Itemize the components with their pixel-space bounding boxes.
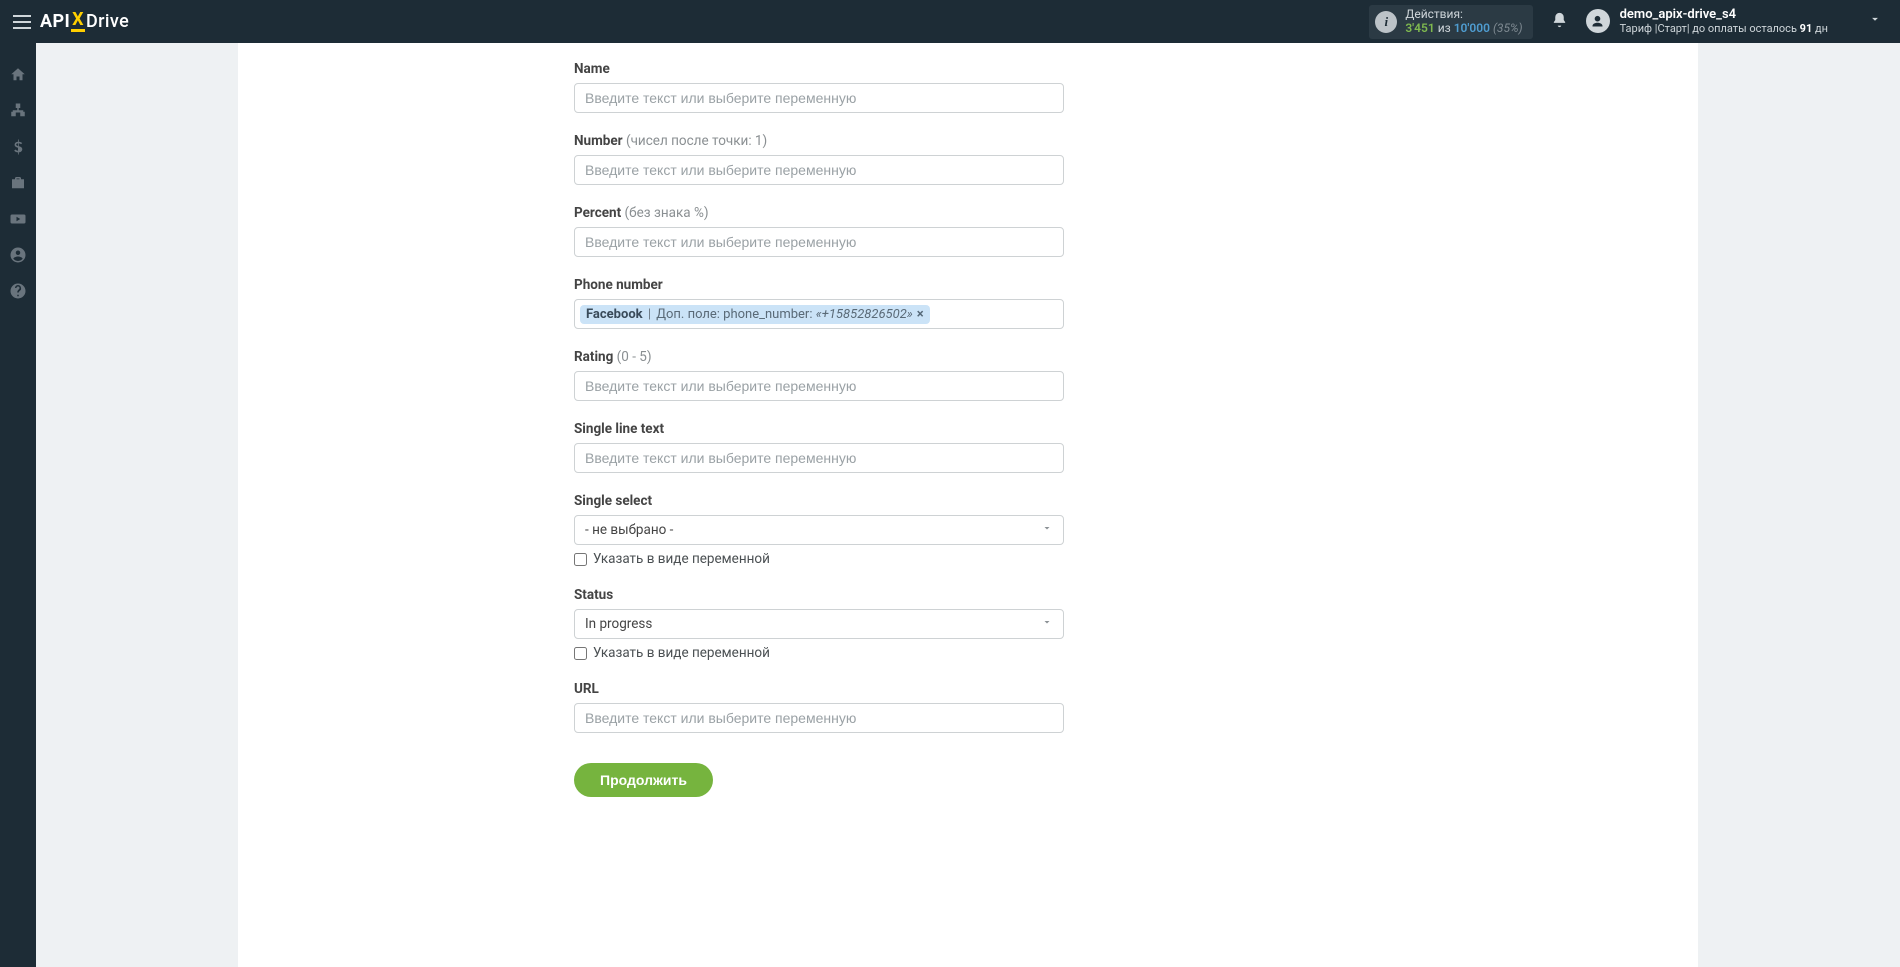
notifications-button[interactable] bbox=[1551, 11, 1568, 33]
user-menu[interactable]: demo_apix-drive_s4 Тариф |Старт| до опла… bbox=[1586, 8, 1900, 36]
field-status: Status In progress Указать в виде переме… bbox=[574, 587, 1064, 661]
field-single-line-text: Single line text bbox=[574, 421, 1064, 473]
topbar: APIXDrive i Действия: 3'451 из 10'000 (3… bbox=[0, 0, 1900, 43]
sidebar-item-billing[interactable] bbox=[8, 137, 28, 157]
actions-counter[interactable]: i Действия: 3'451 из 10'000 (35%) bbox=[1369, 5, 1532, 39]
single-select-variable-label: Указать в виде переменной bbox=[593, 551, 770, 567]
actions-label: Действия: bbox=[1405, 8, 1522, 22]
label-phone: Phone number bbox=[574, 277, 663, 293]
actions-pct: (35%) bbox=[1493, 21, 1523, 35]
input-rating[interactable] bbox=[574, 371, 1064, 401]
checkbox-status-variable[interactable] bbox=[574, 647, 587, 660]
chevron-down-icon bbox=[1041, 616, 1053, 632]
actions-text: Действия: 3'451 из 10'000 (35%) bbox=[1405, 8, 1522, 36]
tag-remove-button[interactable]: × bbox=[917, 307, 924, 322]
label-number: Number bbox=[574, 133, 623, 149]
status-variable-row[interactable]: Указать в виде переменной bbox=[574, 645, 1064, 661]
status-variable-label: Указать в виде переменной bbox=[593, 645, 770, 661]
hamburger-icon bbox=[13, 15, 31, 29]
field-phone-number: Phone number Facebook | Доп. поле: phone… bbox=[574, 277, 1064, 329]
actions-of: из bbox=[1438, 21, 1451, 35]
hamburger-menu[interactable] bbox=[0, 0, 36, 43]
field-number: Number (чисел после точки: 1) bbox=[574, 133, 1064, 185]
user-icon bbox=[1590, 14, 1605, 29]
label-rating-hint: (0 - 5) bbox=[617, 349, 652, 365]
user-circle-icon bbox=[9, 246, 27, 264]
select-single-select[interactable]: - не выбрано - bbox=[574, 515, 1064, 545]
label-status: Status bbox=[574, 587, 613, 603]
label-percent-hint: (без знака %) bbox=[625, 205, 709, 221]
label-percent: Percent bbox=[574, 205, 621, 221]
field-url: URL bbox=[574, 681, 1064, 733]
single-select-variable-row[interactable]: Указать в виде переменной bbox=[574, 551, 1064, 567]
chevron-down-icon bbox=[1868, 12, 1882, 30]
input-percent[interactable] bbox=[574, 227, 1064, 257]
sidebar-item-integrations[interactable] bbox=[8, 101, 28, 121]
avatar bbox=[1586, 9, 1610, 33]
select-status[interactable]: In progress bbox=[574, 609, 1064, 639]
dollar-icon bbox=[9, 138, 27, 156]
select-single-select-value: - не выбрано - bbox=[585, 522, 673, 538]
user-tariff: Тариф |Старт| до оплаты осталось 91 дн bbox=[1620, 23, 1828, 36]
label-url: URL bbox=[574, 681, 599, 697]
user-name: demo_apix-drive_s4 bbox=[1620, 8, 1828, 23]
tag-sep: | bbox=[645, 307, 655, 322]
bell-icon bbox=[1551, 11, 1568, 29]
tag-desc: Доп. поле: phone_number: bbox=[656, 307, 812, 322]
tag-source: Facebook bbox=[586, 307, 643, 322]
chevron-down-icon bbox=[1041, 522, 1053, 538]
field-percent: Percent (без знака %) bbox=[574, 205, 1064, 257]
actions-limit: 10'000 bbox=[1454, 21, 1490, 35]
phone-variable-tag: Facebook | Доп. поле: phone_number: «+15… bbox=[580, 305, 930, 324]
checkbox-single-select-variable[interactable] bbox=[574, 553, 587, 566]
help-icon bbox=[9, 282, 27, 300]
field-rating: Rating (0 - 5) bbox=[574, 349, 1064, 401]
logo-drive: Drive bbox=[86, 11, 129, 32]
field-name: Name bbox=[574, 61, 1064, 113]
sidebar-item-video[interactable] bbox=[8, 209, 28, 229]
input-name[interactable] bbox=[574, 83, 1064, 113]
label-rating: Rating bbox=[574, 349, 613, 365]
logo-x: X bbox=[71, 11, 85, 32]
label-name: Name bbox=[574, 61, 610, 77]
sidebar-item-account[interactable] bbox=[8, 245, 28, 265]
sitemap-icon bbox=[9, 102, 27, 120]
select-status-value: In progress bbox=[585, 616, 652, 632]
input-url[interactable] bbox=[574, 703, 1064, 733]
youtube-icon bbox=[9, 210, 27, 228]
logo-api: API bbox=[40, 11, 70, 32]
briefcase-icon bbox=[9, 174, 27, 192]
input-number[interactable] bbox=[574, 155, 1064, 185]
tag-value: «+15852826502» bbox=[816, 307, 913, 322]
field-single-select: Single select - не выбрано - Указать в в… bbox=[574, 493, 1064, 567]
actions-used: 3'451 bbox=[1405, 21, 1434, 35]
label-single-select: Single select bbox=[574, 493, 652, 509]
input-phone-number[interactable]: Facebook | Доп. поле: phone_number: «+15… bbox=[574, 299, 1064, 329]
continue-button[interactable]: Продолжить bbox=[574, 763, 713, 797]
sidebar-item-help[interactable] bbox=[8, 281, 28, 301]
sidebar-item-home[interactable] bbox=[8, 65, 28, 85]
label-number-hint: (чисел после точки: 1) bbox=[626, 133, 767, 149]
label-single-line: Single line text bbox=[574, 421, 664, 437]
sidebar bbox=[0, 43, 36, 967]
form-card: Name Number (чисел после точки: 1) Perce… bbox=[238, 43, 1698, 967]
sidebar-item-tools[interactable] bbox=[8, 173, 28, 193]
logo[interactable]: APIXDrive bbox=[36, 11, 129, 32]
info-icon: i bbox=[1375, 11, 1397, 33]
home-icon bbox=[9, 66, 27, 84]
input-single-line-text[interactable] bbox=[574, 443, 1064, 473]
